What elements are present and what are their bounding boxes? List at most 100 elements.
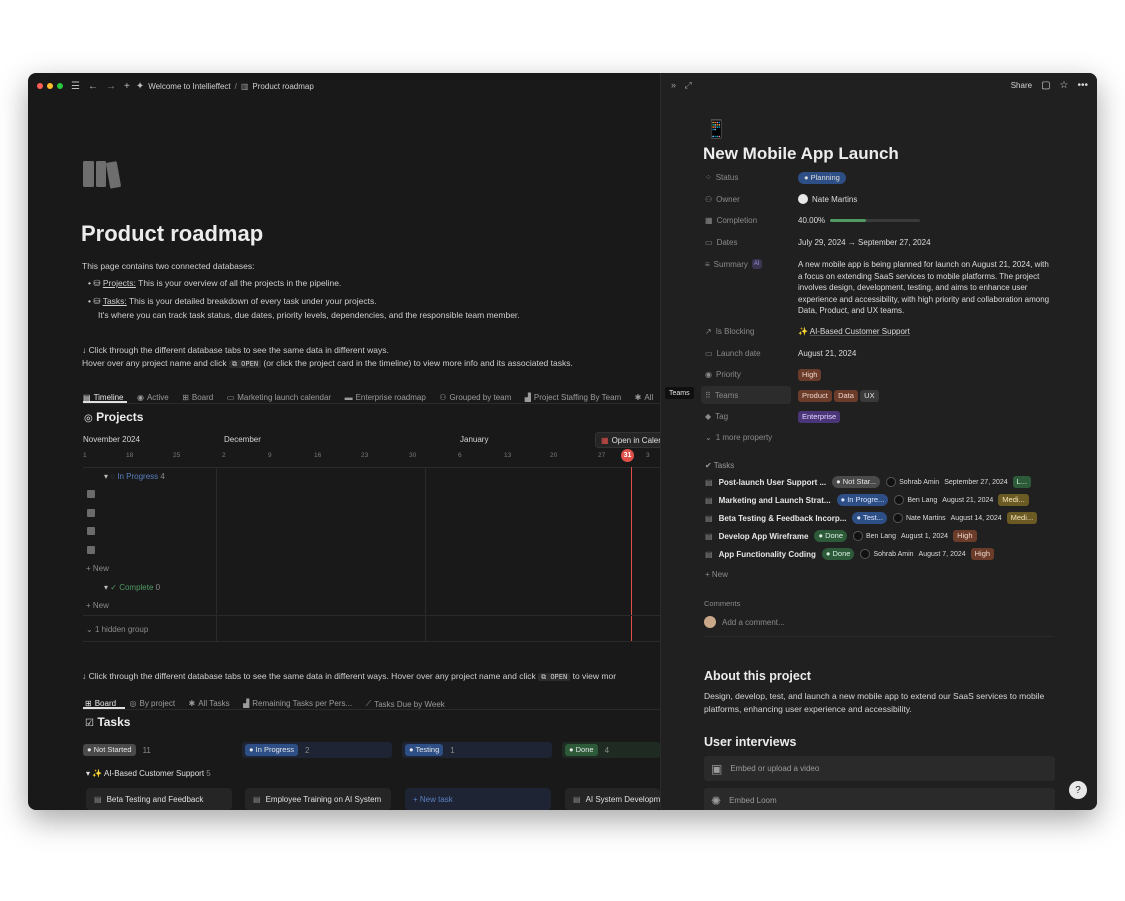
timeline-month-dec: December: [224, 435, 261, 444]
chevron-down-icon: ⌄: [86, 625, 93, 634]
tab-all-tasks[interactable]: ✱ All Tasks: [189, 699, 230, 708]
project-emoji-icon[interactable]: 📱: [705, 119, 727, 140]
project-title[interactable]: New Mobile App Launch: [703, 144, 899, 164]
team-badge: Product: [798, 390, 832, 402]
status-pill-testing: ● Testing: [405, 744, 444, 756]
breadcrumb-page[interactable]: Product roadmap: [252, 82, 313, 91]
close-window-icon[interactable]: [37, 83, 43, 89]
prop-teams[interactable]: ⠿ Teams: [705, 391, 795, 400]
related-task-row[interactable]: ▤ App Functionality Coding ● Done Sohrab Am…: [705, 547, 1065, 561]
tab-all[interactable]: ✱ All: [635, 393, 654, 402]
prop-tag[interactable]: ◆ Tag: [705, 412, 795, 421]
expand-icon[interactable]: ⤢: [685, 80, 692, 90]
tab-project-staffing[interactable]: ▟ Project Staffing By Team: [525, 393, 621, 402]
comment-input[interactable]: Add a comment...: [722, 618, 785, 627]
related-task-row[interactable]: ▤ Marketing and Launch Strat... ● In Progr…: [705, 493, 1065, 507]
maximize-window-icon[interactable]: [57, 83, 63, 89]
tasks-new-button[interactable]: + New: [705, 570, 728, 579]
teams-value[interactable]: Product Data UX: [798, 390, 879, 402]
more-icon[interactable]: •••: [1077, 80, 1088, 91]
column-testing: ● Testing 1: [402, 742, 552, 758]
priority-value[interactable]: High: [798, 369, 822, 381]
prop-launch-date[interactable]: ▭ Launch date: [705, 349, 795, 358]
prop-owner[interactable]: ⚇ Owner: [705, 195, 795, 204]
close-panel-icon[interactable]: »: [671, 80, 676, 90]
group-in-progress[interactable]: ▾ ◌ In Progress 4: [104, 472, 165, 481]
timeline-new-button-2[interactable]: + New: [86, 601, 109, 610]
prop-is-blocking[interactable]: ↗ Is Blocking: [705, 327, 795, 336]
timeline-month-jan: January: [460, 435, 489, 444]
task-card[interactable]: ▤ Beta Testing and Feedback: [86, 788, 232, 810]
is-blocking-value[interactable]: ✨ AI-Based Customer Support: [798, 327, 910, 336]
tab-grouped-by-team[interactable]: ⚇ Grouped by team: [439, 393, 511, 402]
about-heading: About this project: [704, 669, 811, 683]
comments-divider: [704, 636, 1054, 637]
more-properties-toggle[interactable]: ⌄ 1 more property: [705, 433, 795, 442]
prop-completion[interactable]: ▦ Completion: [705, 216, 795, 225]
task-due-date: August 21, 2024: [942, 496, 994, 504]
tag-value[interactable]: Enterprise: [798, 411, 841, 423]
tab-tasks-due-by-week[interactable]: ⟋ Tasks Due by Week: [366, 699, 445, 709]
hidden-group-toggle[interactable]: ⌄ 1 hidden group: [86, 625, 148, 634]
owner-value[interactable]: Nate Martins: [798, 194, 857, 204]
open-in-calendar-button[interactable]: ▦ Open in Caler: [595, 432, 660, 448]
prop-dates[interactable]: ▭ Dates: [705, 238, 795, 247]
dates-value[interactable]: July 29, 2024 → September 27, 2024: [798, 238, 931, 247]
hint-text-3b: to view mor: [572, 671, 617, 681]
tab-enterprise-roadmap[interactable]: ▬ Enterprise roadmap: [345, 393, 426, 402]
launch-date-value[interactable]: August 21, 2024: [798, 349, 856, 358]
roadmap-icon: ▬: [344, 393, 353, 402]
minimize-window-icon[interactable]: [47, 83, 53, 89]
about-text: Design, develop, test, and launch a new …: [704, 691, 1045, 714]
tab-by-project[interactable]: ◎ By project: [130, 699, 176, 708]
prop-priority[interactable]: ◉ Priority: [705, 370, 795, 379]
tab-board[interactable]: ⊞ Board: [182, 393, 213, 402]
timeline-item-icon[interactable]: [87, 527, 95, 535]
bullet-tasks-label[interactable]: Tasks:: [103, 296, 127, 306]
summary-value[interactable]: A new mobile app is being planned for la…: [798, 259, 1053, 317]
comment-icon[interactable]: ▢: [1041, 80, 1050, 91]
is-blocking-link: AI-Based Customer Support: [809, 327, 910, 336]
status-badge: ● Planning: [798, 172, 846, 184]
tab-remaining-tasks[interactable]: ▟ Remaining Tasks per Pers...: [243, 699, 352, 708]
related-task-row[interactable]: ▤ Beta Testing & Feedback Incorp... ● Test…: [705, 511, 1065, 525]
task-card[interactable]: ▤ Employee Training on AI System: [245, 788, 391, 810]
tab-active[interactable]: ◉ Active: [137, 393, 169, 402]
status-icon: ⁘: [705, 173, 712, 182]
completion-percent: 40.00%: [798, 216, 826, 225]
related-task-row[interactable]: ▤ Develop App Wireframe ● Done Ben Lang Augu…: [705, 529, 1065, 543]
drag-handle-icon[interactable]: ⠿: [705, 391, 711, 400]
related-task-row[interactable]: ▤ Post-launch User Support ... ● Not Star.…: [705, 475, 1065, 489]
timeline-header-divider: [83, 467, 660, 468]
prop-status[interactable]: ⁘ Status: [705, 173, 795, 182]
menu-icon[interactable]: ☰: [71, 81, 80, 92]
back-arrow-icon[interactable]: ←: [88, 81, 98, 92]
caret-down-icon: ▾: [104, 472, 109, 481]
board-group-header[interactable]: ▾ ✨ AI-Based Customer Support 5: [86, 769, 211, 778]
day-tick: 30: [409, 452, 417, 459]
share-button[interactable]: Share: [1011, 81, 1032, 90]
embed-loom-block[interactable]: ✺ Embed Loom: [704, 788, 1055, 810]
prop-summary[interactable]: ≡ Summary AI: [705, 259, 795, 269]
projects-target-icon: ◎: [84, 413, 93, 424]
task-card[interactable]: ▤ AI System Developm: [565, 788, 660, 810]
page-icon: ▤: [705, 513, 713, 523]
timeline-item-icon[interactable]: [87, 546, 95, 554]
group-complete[interactable]: ▾ ✓ Complete 0: [104, 583, 160, 592]
timeline-item-icon[interactable]: [87, 490, 95, 498]
completion-value[interactable]: 40.00%: [798, 216, 921, 225]
new-page-icon[interactable]: +: [124, 81, 130, 92]
open-code-chip: ⧉ OPEN: [228, 360, 262, 368]
timeline-item-icon[interactable]: [87, 509, 95, 517]
new-task-button[interactable]: + New task: [405, 788, 551, 810]
status-value[interactable]: ● Planning: [798, 172, 846, 184]
timeline-new-button[interactable]: + New: [86, 564, 109, 573]
checkbox-icon: ☑: [85, 718, 94, 729]
star-icon[interactable]: ☆: [1060, 80, 1069, 91]
embed-video-block[interactable]: ▣ Embed or upload a video: [704, 756, 1055, 781]
forward-arrow-icon[interactable]: →: [106, 81, 116, 92]
bullet-projects-label[interactable]: Projects:: [103, 278, 136, 288]
tab-marketing-calendar[interactable]: ▭ Marketing launch calendar: [227, 393, 331, 402]
breadcrumb-workspace[interactable]: Welcome to Intellieffect: [148, 82, 230, 91]
help-button[interactable]: ?: [1069, 781, 1087, 799]
